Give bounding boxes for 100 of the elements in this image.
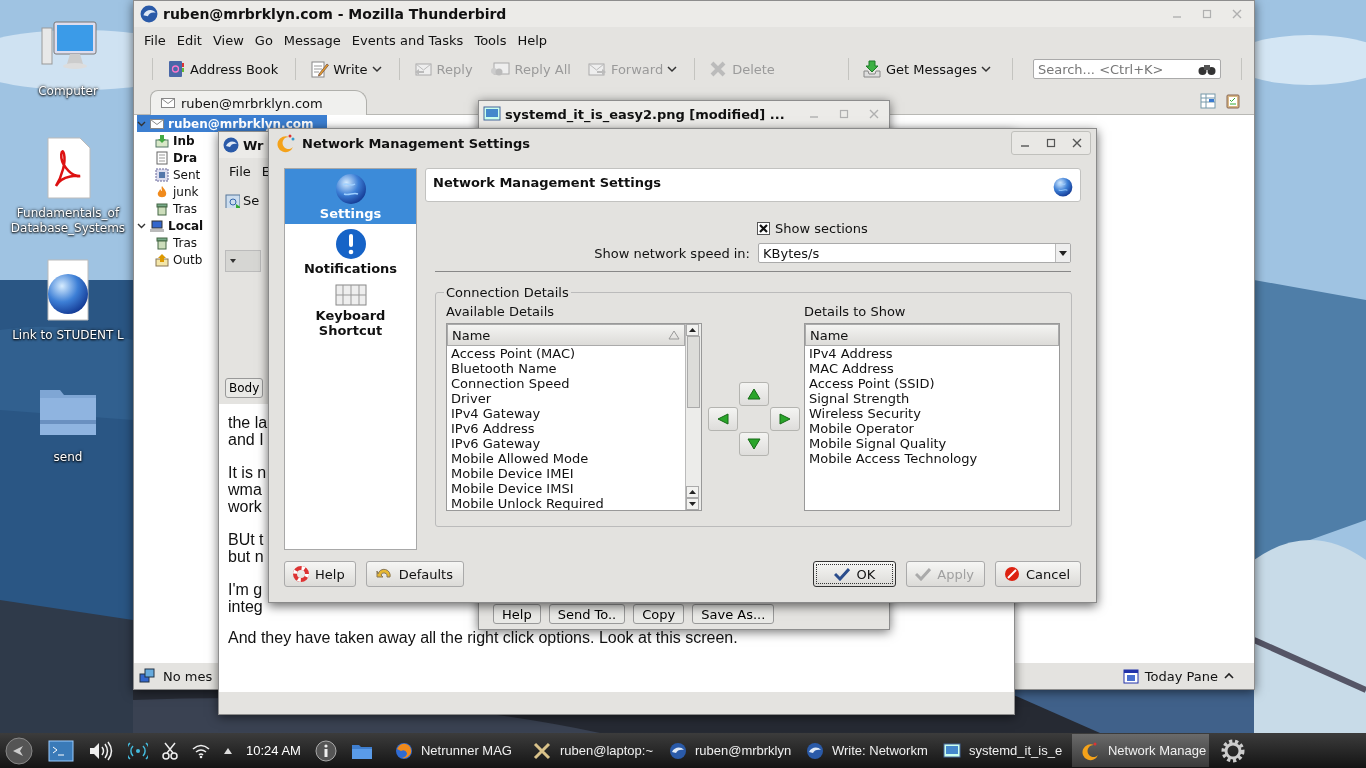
body-text-line: work [228, 498, 262, 515]
list-item[interactable]: Wireless Security [805, 406, 1059, 421]
list-item[interactable]: Mobile Access Technology [805, 451, 1059, 466]
scissors-icon[interactable] [162, 741, 178, 760]
envelope-arrow-icon [224, 192, 240, 208]
taskbar-task[interactable]: Write: Networkm [797, 734, 935, 767]
list-item[interactable]: IPv6 Address [447, 421, 685, 436]
sort-icon [668, 330, 680, 340]
list-item[interactable]: Mobile Unlock Required [447, 496, 685, 510]
move-up-button[interactable] [739, 382, 769, 406]
move-down-button[interactable] [739, 432, 769, 456]
dialog-button[interactable]: Copy [633, 604, 685, 624]
info-icon[interactable] [314, 739, 337, 762]
folder-row[interactable]: Dra [137, 149, 197, 166]
taskbar-task[interactable]: ruben@laptop:~ [523, 734, 661, 767]
antenna-icon[interactable] [128, 740, 148, 761]
folder-row[interactable]: Local [137, 217, 204, 234]
volume-icon[interactable] [88, 740, 114, 761]
folder-row[interactable]: Sent [137, 166, 201, 183]
network-icon [139, 668, 155, 684]
list-item[interactable]: Connection Speed [447, 376, 685, 391]
body-text-line: It is n [228, 464, 267, 481]
taskbar-task[interactable]: Network Manage [1071, 734, 1209, 767]
list-item[interactable]: Mobile Allowed Mode [447, 451, 685, 466]
dialog-button[interactable]: Send To.. [548, 604, 626, 624]
exclamation-icon [334, 228, 367, 260]
folder-row[interactable]: junk [137, 183, 199, 200]
body-text-line: And they have taken away all the right click options. Look at this screen. [228, 629, 738, 646]
help-button[interactable]: Help [284, 561, 356, 587]
dropdown-field[interactable] [225, 250, 261, 272]
dialog-button[interactable]: Help [493, 604, 541, 624]
close-icon[interactable] [1072, 138, 1082, 148]
send-button[interactable]: Se [223, 191, 261, 209]
folder-row[interactable]: Inb [137, 132, 195, 149]
menu-item[interactable]: View [212, 32, 244, 48]
maximize-icon[interactable] [1046, 138, 1056, 148]
folder-row[interactable]: Outb [137, 251, 203, 268]
scrollbar[interactable] [685, 324, 701, 510]
list-item[interactable]: MAC Address [805, 361, 1059, 376]
taskbar-task[interactable]: systemd_it_is_e [934, 734, 1072, 767]
tray-icon [155, 133, 169, 148]
folder-row[interactable]: Tras [137, 200, 198, 217]
toolbar-button[interactable]: Get Messages [858, 57, 994, 81]
move-left-button[interactable] [708, 407, 738, 431]
menu-item[interactable]: Edit [176, 32, 202, 48]
menu-item[interactable]: File [144, 32, 166, 48]
move-right-button[interactable] [770, 407, 800, 431]
sidebar-item[interactable]: Notifications [285, 224, 416, 279]
menu-item[interactable]: Message [283, 32, 341, 48]
toolbar-button[interactable]: Address Book [163, 57, 282, 81]
globe-icon [334, 173, 367, 205]
list-item[interactable]: Mobile Device IMEI [447, 466, 685, 481]
folder-row[interactable]: ruben@mrbrklyn.com [137, 115, 327, 132]
dialog-button[interactable]: Save As... [692, 604, 775, 624]
launcher-icon[interactable] [4, 735, 34, 766]
list-item[interactable]: Driver [447, 391, 685, 406]
list-item[interactable]: IPv6 Gateway [447, 436, 685, 451]
sidebar-item[interactable]: Settings [285, 169, 416, 224]
list-item[interactable]: Access Point (SSID) [805, 376, 1059, 391]
list-box[interactable]: Name IPv4 Address MAC Address Access Point (SSID) Signal Strength Wireless Security Mobile Operator Mobile Signal Quality Mobile Access Technology [804, 323, 1060, 511]
list-item[interactable]: IPv4 Address [805, 346, 1059, 361]
body-text-line: the la [228, 414, 268, 431]
taskbar-task[interactable]: Netrunner MAG [386, 734, 524, 767]
defaults-button[interactable]: Defaults [365, 561, 464, 587]
ok-button[interactable]: OK [813, 561, 897, 587]
toolbar-button[interactable]: Write [306, 57, 385, 81]
list-box[interactable]: Name Access Point (MAC) Bluetooth Name Connection Speed Driver IPv4 Gateway IPv6 Address IPv6 Gateway Mobile Allowed Mode Mobile Device IMEI Mobile Device IMSI Mobile Unlock Required [446, 323, 702, 511]
caret-icon [230, 259, 236, 263]
wifi-icon[interactable] [192, 742, 210, 759]
list-item[interactable]: Signal Strength [805, 391, 1059, 406]
sidebar-item[interactable]: Keyboard Shortcut [285, 279, 416, 341]
today-pane-button[interactable]: Today Pane [1122, 668, 1234, 684]
taskbar-task[interactable]: ruben@mrbrklyn [660, 734, 798, 767]
menu-item[interactable]: Tools [474, 32, 507, 48]
checkbox[interactable] [757, 222, 770, 235]
menu-item[interactable]: Events and Tasks [351, 32, 464, 48]
scroll-up-icon [686, 486, 699, 498]
layout-icon[interactable] [1200, 93, 1216, 109]
list-item[interactable]: Mobile Signal Quality [805, 436, 1059, 451]
tab[interactable]: ruben@mrbrklyn.com [150, 90, 367, 115]
menu-item[interactable]: File [229, 163, 251, 179]
list-item[interactable]: Mobile Operator [805, 421, 1059, 436]
folder-row[interactable]: Tras [137, 234, 198, 251]
list-item[interactable]: Mobile Device IMSI [447, 481, 685, 496]
menu-item[interactable]: Help [517, 32, 548, 48]
column-header[interactable]: Name [447, 324, 685, 346]
terminal-icon[interactable] [48, 739, 74, 762]
list-item[interactable]: Access Point (MAC) [447, 346, 685, 361]
caret-icon[interactable] [224, 747, 232, 754]
pencil-paper-icon [309, 59, 330, 79]
menu-item[interactable]: Go [254, 32, 273, 48]
format-dropdown[interactable]: Body [225, 378, 264, 398]
column-header[interactable]: Name [805, 324, 1059, 346]
list-item[interactable]: Bluetooth Name [447, 361, 685, 376]
search-field[interactable]: Search... <Ctrl+K> [1032, 59, 1221, 79]
speed-dropdown[interactable]: KBytes/s [758, 243, 1071, 263]
list-item[interactable]: IPv4 Gateway [447, 406, 685, 421]
app-logo-icon [805, 741, 824, 760]
cancel-button[interactable]: Cancel [994, 561, 1081, 587]
clipboard-icon[interactable] [1226, 93, 1240, 109]
